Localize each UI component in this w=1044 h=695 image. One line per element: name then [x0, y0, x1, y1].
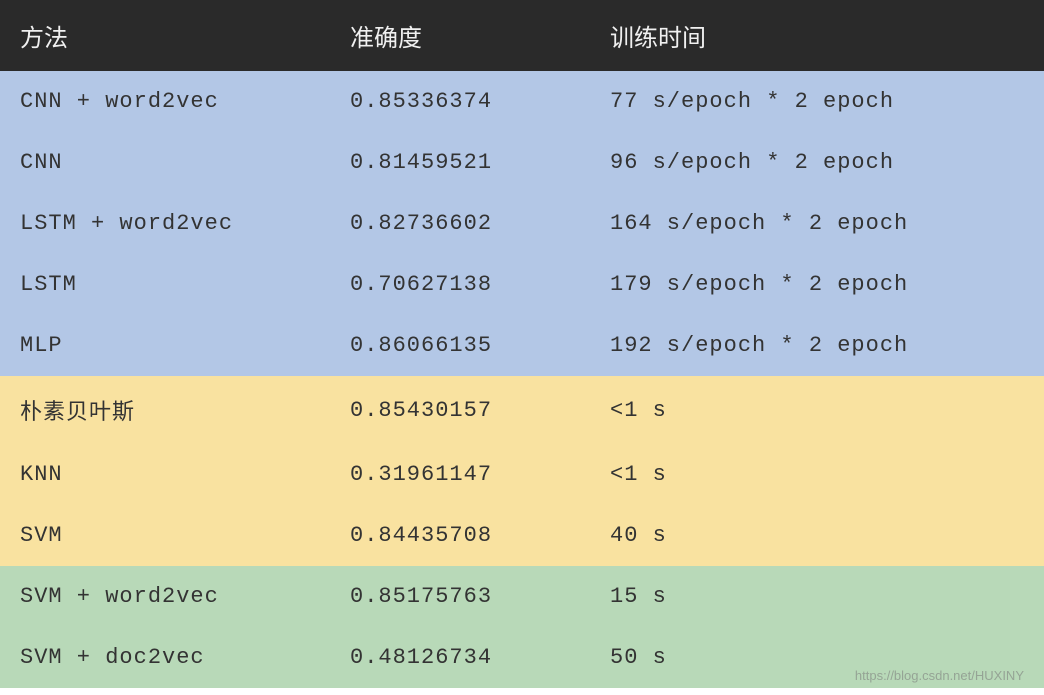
cell-time: <1 s — [590, 444, 1044, 505]
cell-time: 179 s/epoch * 2 epoch — [590, 254, 1044, 315]
header-accuracy: 准确度 — [330, 0, 590, 71]
cell-accuracy: 0.84435708 — [330, 505, 590, 566]
results-table: 方法 准确度 训练时间 CNN + word2vec0.8533637477 s… — [0, 0, 1044, 688]
table-row: KNN0.31961147<1 s — [0, 444, 1044, 505]
cell-method: SVM + doc2vec — [0, 627, 330, 688]
table-row: SVM0.8443570840 s — [0, 505, 1044, 566]
cell-time: 40 s — [590, 505, 1044, 566]
cell-method: KNN — [0, 444, 330, 505]
cell-time: 192 s/epoch * 2 epoch — [590, 315, 1044, 376]
cell-method: LSTM — [0, 254, 330, 315]
table-row: CNN + word2vec0.8533637477 s/epoch * 2 e… — [0, 71, 1044, 132]
cell-method: CNN — [0, 132, 330, 193]
cell-method: CNN + word2vec — [0, 71, 330, 132]
cell-accuracy: 0.81459521 — [330, 132, 590, 193]
cell-time: 77 s/epoch * 2 epoch — [590, 71, 1044, 132]
table-row: LSTM0.70627138179 s/epoch * 2 epoch — [0, 254, 1044, 315]
table-header-row: 方法 准确度 训练时间 — [0, 0, 1044, 71]
cell-accuracy: 0.85175763 — [330, 566, 590, 627]
cell-time: 164 s/epoch * 2 epoch — [590, 193, 1044, 254]
cell-accuracy: 0.86066135 — [330, 315, 590, 376]
table-row: CNN0.8145952196 s/epoch * 2 epoch — [0, 132, 1044, 193]
header-time: 训练时间 — [590, 0, 1044, 71]
cell-accuracy: 0.48126734 — [330, 627, 590, 688]
cell-method: SVM + word2vec — [0, 566, 330, 627]
table-row: SVM + word2vec0.8517576315 s — [0, 566, 1044, 627]
cell-method: LSTM + word2vec — [0, 193, 330, 254]
cell-accuracy: 0.82736602 — [330, 193, 590, 254]
cell-accuracy: 0.85336374 — [330, 71, 590, 132]
table-row: MLP0.86066135192 s/epoch * 2 epoch — [0, 315, 1044, 376]
cell-accuracy: 0.70627138 — [330, 254, 590, 315]
table-row: 朴素贝叶斯0.85430157<1 s — [0, 376, 1044, 444]
cell-accuracy: 0.85430157 — [330, 376, 590, 444]
cell-accuracy: 0.31961147 — [330, 444, 590, 505]
header-method: 方法 — [0, 0, 330, 71]
cell-method: 朴素贝叶斯 — [0, 376, 330, 444]
cell-time: <1 s — [590, 376, 1044, 444]
cell-time: 96 s/epoch * 2 epoch — [590, 132, 1044, 193]
watermark-text: https://blog.csdn.net/HUXINY — [855, 668, 1024, 683]
table-row: LSTM + word2vec0.82736602164 s/epoch * 2… — [0, 193, 1044, 254]
cell-method: SVM — [0, 505, 330, 566]
cell-time: 15 s — [590, 566, 1044, 627]
cell-method: MLP — [0, 315, 330, 376]
